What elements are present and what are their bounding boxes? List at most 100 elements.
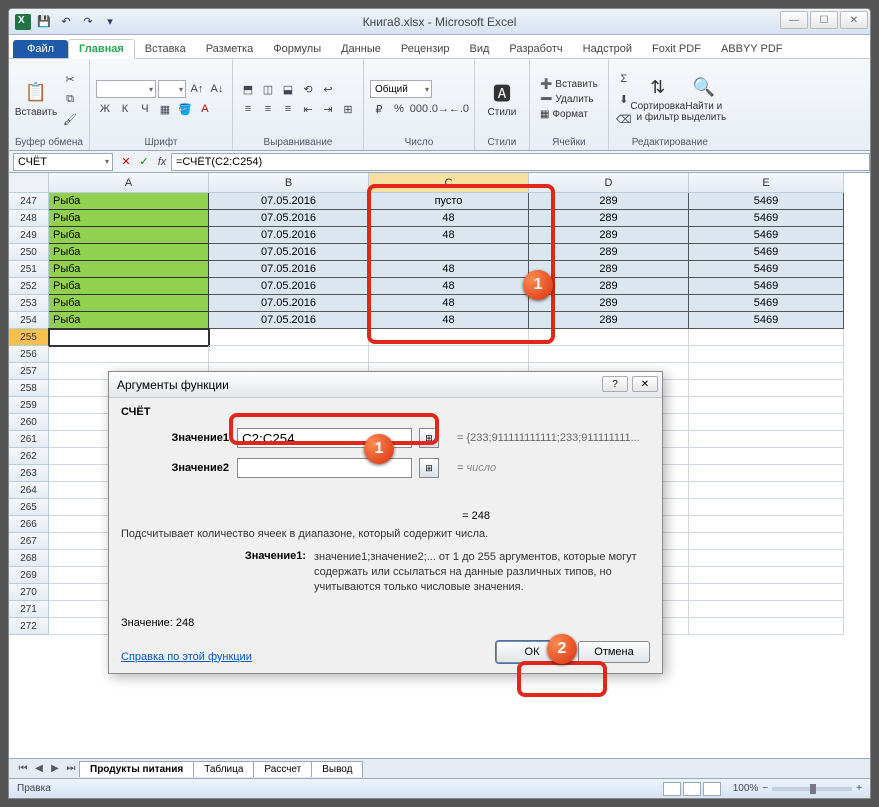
tab-developer[interactable]: Разработч bbox=[499, 40, 572, 58]
worksheet[interactable]: A B C D E 247Рыба07.05.2016пусто28954692… bbox=[9, 173, 870, 739]
currency-icon[interactable]: ₽ bbox=[370, 100, 388, 118]
copy-icon[interactable]: ⧉ bbox=[61, 90, 79, 108]
sheet-tab-1[interactable]: Таблица bbox=[193, 761, 254, 777]
cell[interactable] bbox=[689, 499, 844, 516]
cell[interactable]: 5469 bbox=[689, 227, 844, 244]
styles-button[interactable]: 🅰 Стили bbox=[481, 81, 523, 118]
name-box[interactable]: СЧЁТ bbox=[13, 153, 113, 171]
number-format-combo[interactable]: Общий bbox=[370, 80, 432, 98]
cell[interactable] bbox=[689, 397, 844, 414]
sort-filter-button[interactable]: ⇅ Сортировка и фильтр bbox=[637, 75, 679, 123]
row-head[interactable]: 269 bbox=[9, 567, 49, 584]
formula-accept-icon[interactable]: ✓ bbox=[135, 153, 153, 171]
cell[interactable] bbox=[689, 550, 844, 567]
cancel-button[interactable]: Отмена bbox=[578, 641, 650, 663]
cell[interactable]: 289 bbox=[529, 278, 689, 295]
cell[interactable]: 48 bbox=[369, 278, 529, 295]
cell[interactable] bbox=[689, 516, 844, 533]
tab-abbyy[interactable]: ABBYY PDF bbox=[711, 40, 793, 58]
fill-color-icon[interactable]: 🪣 bbox=[176, 100, 194, 118]
cells-format[interactable]: ▦Формат bbox=[536, 108, 602, 121]
tab-home[interactable]: Главная bbox=[68, 39, 135, 59]
tab-formulas[interactable]: Формулы bbox=[263, 40, 331, 58]
cell[interactable] bbox=[689, 567, 844, 584]
qat-customize-icon[interactable]: ▾ bbox=[101, 13, 119, 31]
dialog-help-button[interactable]: ? bbox=[602, 376, 628, 392]
paste-button[interactable]: 📋 Вставить bbox=[15, 81, 57, 118]
view-layout-icon[interactable] bbox=[683, 782, 701, 796]
cell[interactable] bbox=[689, 618, 844, 635]
row-head[interactable]: 253 bbox=[9, 295, 49, 312]
comma-icon[interactable]: 000 bbox=[410, 100, 428, 118]
zoom-slider[interactable] bbox=[772, 787, 852, 791]
view-normal-icon[interactable] bbox=[663, 782, 681, 796]
cell[interactable]: Рыба bbox=[49, 193, 209, 210]
cell[interactable]: Рыба bbox=[49, 210, 209, 227]
cell[interactable]: 48 bbox=[369, 295, 529, 312]
row-head[interactable]: 270 bbox=[9, 584, 49, 601]
cell[interactable]: 5469 bbox=[689, 244, 844, 261]
cell[interactable]: 289 bbox=[529, 193, 689, 210]
col-D[interactable]: D bbox=[529, 173, 689, 193]
merge-icon[interactable]: ⊞ bbox=[339, 100, 357, 118]
ok-button[interactable]: ОК bbox=[496, 641, 568, 663]
row-head[interactable]: 266 bbox=[9, 516, 49, 533]
bold-button[interactable]: Ж bbox=[96, 100, 114, 118]
cell[interactable] bbox=[689, 533, 844, 550]
indent-dec-icon[interactable]: ⇤ bbox=[299, 100, 317, 118]
cell[interactable] bbox=[689, 584, 844, 601]
zoom-in-icon[interactable]: + bbox=[856, 783, 862, 794]
border-icon[interactable]: ▦ bbox=[156, 100, 174, 118]
indent-inc-icon[interactable]: ⇥ bbox=[319, 100, 337, 118]
arg2-input[interactable] bbox=[237, 458, 412, 478]
cell[interactable]: Рыба bbox=[49, 227, 209, 244]
cell[interactable]: 289 bbox=[529, 244, 689, 261]
cells-insert[interactable]: ➕Вставить bbox=[536, 78, 602, 91]
row-head[interactable]: 267 bbox=[9, 533, 49, 550]
cell[interactable] bbox=[369, 329, 529, 346]
cell[interactable] bbox=[689, 465, 844, 482]
cut-icon[interactable]: ✂ bbox=[61, 70, 79, 88]
qat-undo-icon[interactable]: ↶ bbox=[57, 13, 75, 31]
inc-decimal-icon[interactable]: .0→ bbox=[430, 100, 448, 118]
close-button[interactable]: ✕ bbox=[840, 11, 868, 29]
cell[interactable] bbox=[689, 414, 844, 431]
row-head[interactable]: 261 bbox=[9, 431, 49, 448]
row-head[interactable]: 263 bbox=[9, 465, 49, 482]
cell[interactable]: пусто bbox=[369, 193, 529, 210]
sheet-tab-2[interactable]: Рассчет bbox=[253, 761, 312, 777]
font-color-icon[interactable]: A bbox=[196, 100, 214, 118]
sheet-prev-icon[interactable]: ◀ bbox=[31, 761, 47, 777]
row-head[interactable]: 264 bbox=[9, 482, 49, 499]
arg1-ref-button[interactable]: ⊞ bbox=[419, 428, 439, 448]
col-A[interactable]: A bbox=[49, 173, 209, 193]
cell[interactable]: Рыба bbox=[49, 312, 209, 329]
dec-decimal-icon[interactable]: ←.0 bbox=[450, 100, 468, 118]
row-head[interactable]: 257 bbox=[9, 363, 49, 380]
cell[interactable] bbox=[689, 329, 844, 346]
cell[interactable]: Рыба bbox=[49, 244, 209, 261]
tab-foxit[interactable]: Foxit PDF bbox=[642, 40, 711, 58]
cell[interactable] bbox=[369, 244, 529, 261]
row-head[interactable]: 258 bbox=[9, 380, 49, 397]
select-all-corner[interactable] bbox=[9, 173, 49, 193]
tab-addins[interactable]: Надстрой bbox=[573, 40, 642, 58]
dialog-help-link[interactable]: Справка по этой функции bbox=[121, 651, 252, 663]
cell[interactable]: 48 bbox=[369, 261, 529, 278]
row-head[interactable]: 259 bbox=[9, 397, 49, 414]
align-top-icon[interactable]: ⬒ bbox=[239, 80, 257, 98]
cell[interactable] bbox=[49, 329, 209, 346]
shrink-font-icon[interactable]: A↓ bbox=[208, 80, 226, 98]
cell[interactable]: 07.05.2016 bbox=[209, 312, 369, 329]
row-head[interactable]: 256 bbox=[9, 346, 49, 363]
fx-icon[interactable]: fx bbox=[153, 153, 171, 171]
tab-data[interactable]: Данные bbox=[331, 40, 391, 58]
sheet-next-icon[interactable]: ▶ bbox=[47, 761, 63, 777]
align-left-icon[interactable]: ≡ bbox=[239, 100, 257, 118]
file-tab[interactable]: Файл bbox=[13, 40, 68, 58]
row-head[interactable]: 248 bbox=[9, 210, 49, 227]
underline-button[interactable]: Ч bbox=[136, 100, 154, 118]
italic-button[interactable]: К bbox=[116, 100, 134, 118]
grow-font-icon[interactable]: A↑ bbox=[188, 80, 206, 98]
cell[interactable]: 48 bbox=[369, 210, 529, 227]
